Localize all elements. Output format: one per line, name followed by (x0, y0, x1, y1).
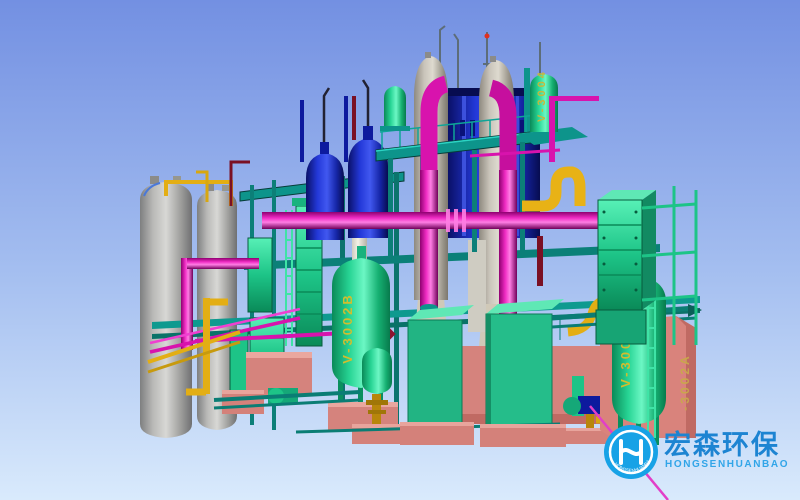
logo-chinese-text: 宏森环保 (664, 429, 780, 460)
plant-3d-render: V-3004 (0, 0, 800, 500)
logo-english-text: HONGSENHUANBAO (665, 459, 789, 470)
foundation-front-pads (400, 422, 566, 447)
left-vessel-label: V-3002B (340, 292, 355, 364)
top-vessel-label: V-3004 (536, 69, 548, 122)
plant-scene-canvas: V-3004 (0, 0, 800, 500)
right-foundation-label: -3002A (678, 353, 692, 410)
teal-riser-column (524, 68, 530, 140)
vent-marker (485, 34, 490, 39)
vessel-v3002b: V-3002B (332, 246, 390, 426)
silver-column-between-towers (468, 240, 486, 332)
